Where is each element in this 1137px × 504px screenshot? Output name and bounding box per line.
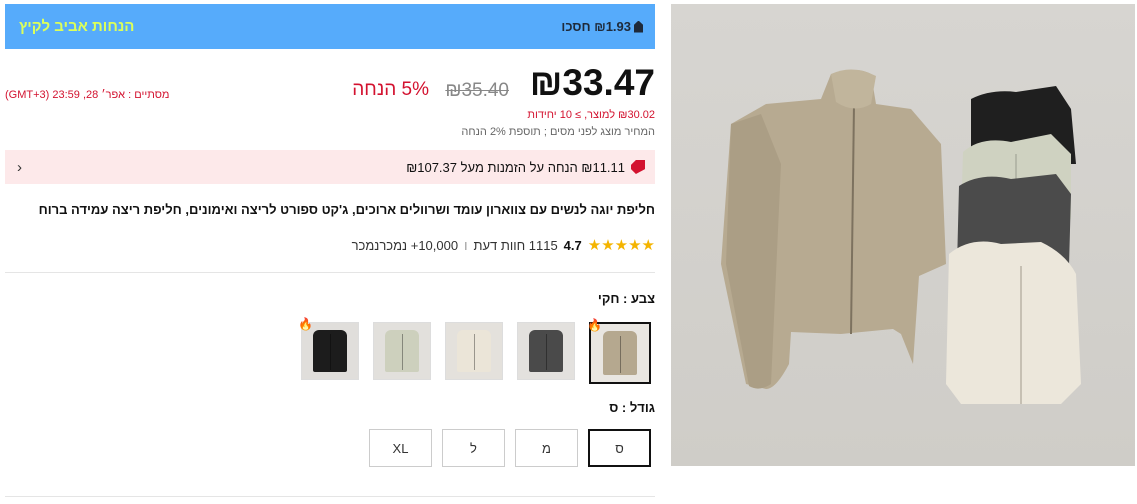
product-title: חליפת יוגה לנשים עם צווארון עומד ושרוולי…: [38, 202, 655, 217]
sale-deadline: מסתיים : אפר׳ 28, 23:59 (GMT+3): [5, 89, 170, 101]
fire-icon: 🔥: [298, 317, 313, 331]
color-swatches: 🔥 🔥: [298, 317, 651, 384]
sold-count: 10,000+ נמכרנמכר: [351, 237, 459, 253]
rating-value: 4.7: [563, 237, 582, 253]
jacket-thumbnail: [385, 330, 419, 372]
tax-note: המחיר מוצג לפני מסים ; תוספת 2% הנחה: [461, 126, 655, 138]
product-main-image[interactable]: [671, 4, 1135, 466]
promo-savings-text: ₪1.93 חסכו: [561, 19, 631, 34]
fire-icon: 🔥: [587, 318, 602, 332]
rating-separator: ו: [464, 237, 468, 253]
coupon-tag-icon: [631, 160, 645, 174]
size-options: ס מ ל XL: [367, 429, 651, 469]
swatch-light-green[interactable]: [373, 322, 431, 380]
price-row: ₪33.47 ₪35.40 5% הנחה מסתיים : אפר׳ 28, …: [5, 62, 655, 104]
jacket-photo: [721, 69, 1081, 404]
size-option-xl[interactable]: XL: [369, 429, 432, 467]
coupon-content: ₪11.11 הנחה על הזמנות מעל ₪107.37: [406, 160, 645, 175]
discount-badge: 5% הנחה: [352, 79, 429, 100]
swatch-khaki[interactable]: 🔥: [587, 318, 651, 384]
jacket-thumbnail: [457, 330, 491, 372]
review-count[interactable]: 1115 חוות דעת: [473, 238, 557, 253]
cream-jacket: [946, 241, 1081, 404]
size-option-m[interactable]: מ: [515, 429, 578, 467]
size-option-l[interactable]: ל: [442, 429, 505, 467]
bulk-unit-price: ₪30.02 למוצר, ≥ 10 יחידות: [527, 109, 655, 121]
size-option-s[interactable]: ס: [588, 429, 651, 467]
original-price: ₪35.40: [445, 80, 509, 101]
divider: [5, 496, 655, 497]
rating-row: ★★★★★ 4.7 1115 חוות דעת ו 10,000+ נמכרנמ…: [352, 236, 655, 254]
product-panel: הנחות אביב לקיץ ₪1.93 חסכו ₪33.47 ₪35.40…: [5, 0, 655, 504]
coupon-text: ₪11.11 הנחה על הזמנות מעל ₪107.37: [406, 159, 625, 175]
swatch-dark-gray[interactable]: [517, 322, 575, 380]
jacket-thumbnail: [602, 331, 638, 375]
swatch-cream[interactable]: [445, 322, 503, 380]
star-rating-icon: ★★★★★: [587, 237, 655, 254]
coupon-bar[interactable]: › ₪11.11 הנחה על הזמנות מעל ₪107.37: [5, 150, 655, 184]
size-label: גודל : ס: [609, 400, 655, 415]
promo-title: הנחות אביב לקיץ: [19, 18, 135, 35]
chevron-right-icon: ›: [17, 158, 22, 176]
color-label: צבע : חקי: [597, 291, 655, 306]
tag-icon: [634, 20, 643, 33]
promo-banner[interactable]: הנחות אביב לקיץ ₪1.93 חסכו: [5, 4, 655, 49]
swatch-black[interactable]: 🔥: [298, 317, 359, 380]
jacket-thumbnail: [313, 330, 347, 372]
jacket-thumbnail: [529, 330, 563, 372]
promo-savings: ₪1.93 חסכו: [561, 19, 643, 34]
current-price: ₪33.47: [529, 62, 655, 103]
divider: [5, 272, 655, 273]
